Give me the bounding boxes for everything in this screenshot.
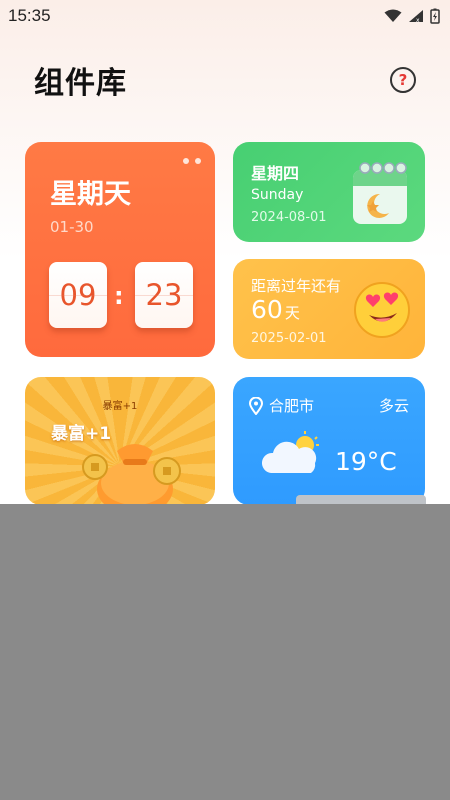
widget-clock[interactable]: 星期天 01-30 09 : 23 xyxy=(25,142,215,357)
calendar-date: 2024-08-01 xyxy=(251,210,327,225)
calendar-icon xyxy=(353,162,407,224)
partly-cloudy-icon xyxy=(261,431,319,473)
status-bar: 15:35 x xyxy=(0,0,450,32)
calendar-weekday-en: Sunday xyxy=(251,187,304,203)
signal-icon: x xyxy=(409,10,423,23)
countdown-days: 60 天 xyxy=(251,295,300,324)
calendar-weekday: 星期四 xyxy=(251,164,300,183)
weather-temperature: 19°C xyxy=(335,447,397,476)
countdown-target-date: 2025-02-01 xyxy=(251,331,327,346)
page-header: 组件库 ? xyxy=(34,58,416,102)
help-button[interactable]: ? xyxy=(390,67,416,93)
countdown-label: 距离过年还有 xyxy=(251,277,342,295)
clock-separator: : xyxy=(114,282,124,310)
clock-weekday: 星期天 xyxy=(50,179,131,210)
widget-fortune[interactable]: 暴富+1 暴富+1 xyxy=(25,377,215,505)
clock-date: 01-30 xyxy=(50,218,94,236)
countdown-unit: 天 xyxy=(284,304,300,322)
money-bag-icon xyxy=(82,444,181,505)
countdown-days-value: 60 xyxy=(251,295,283,324)
weather-location: 合肥市 xyxy=(249,395,314,416)
status-time: 15:35 xyxy=(8,6,51,25)
location-pin-icon xyxy=(249,396,263,415)
clock-hour: 09 xyxy=(49,262,107,328)
weather-city: 合肥市 xyxy=(269,397,315,415)
widget-countdown[interactable]: 距离过年还有 60 天 2025-02-01 xyxy=(233,259,425,359)
wifi-icon xyxy=(384,9,402,22)
status-icons: x xyxy=(384,8,440,24)
svg-text:x: x xyxy=(416,17,420,23)
clock-minute: 23 xyxy=(135,262,193,328)
help-icon: ? xyxy=(398,71,408,89)
weather-condition: 多云 xyxy=(378,397,409,415)
heart-eyes-emoji-icon xyxy=(354,282,410,338)
page-title: 组件库 xyxy=(34,66,127,101)
widget-calendar[interactable]: 星期四 Sunday 2024-08-01 xyxy=(233,142,425,242)
fortune-small-label: 暴富+1 xyxy=(102,401,138,412)
widget-weather[interactable]: 合肥市 多云 19°C xyxy=(233,377,425,505)
battery-icon xyxy=(430,8,440,24)
dimmed-overlay[interactable] xyxy=(0,504,450,800)
more-dots-icon xyxy=(183,158,201,164)
